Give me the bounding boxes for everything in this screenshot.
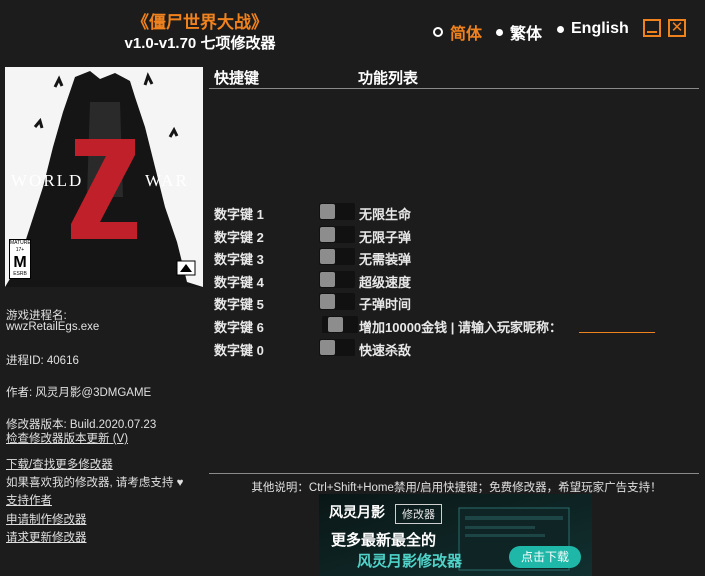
column-header-function: 功能列表 bbox=[358, 70, 419, 87]
app-title: 《僵尸世界大战》 bbox=[132, 13, 268, 32]
esrb-rating-top: MATURE 17+ bbox=[10, 240, 31, 253]
column-header-hotkey: 快捷键 bbox=[214, 70, 260, 87]
footer-divider bbox=[209, 473, 699, 474]
cheat-label: 无需装弹 bbox=[359, 252, 412, 267]
footer-note: 其他说明：Ctrl+Shift+Home禁用/启用快捷键；免费修改器，希望玩家广… bbox=[251, 482, 662, 494]
cheat-label: 无限子弹 bbox=[359, 230, 412, 245]
hotkey-6: 数字键 6 bbox=[214, 320, 264, 335]
toggle-add-money[interactable] bbox=[322, 316, 358, 333]
toggle-knob bbox=[328, 317, 343, 332]
hotkey-1: 数字键 1 bbox=[214, 207, 264, 222]
cover-title-left: WORLD bbox=[11, 171, 84, 190]
toggle-knob bbox=[320, 340, 335, 355]
banner-line1: 更多最新最全的 bbox=[331, 532, 437, 549]
support-author-link[interactable]: 支持作者 bbox=[6, 492, 52, 508]
cheat-label: 增加10000金钱 | 请输入玩家昵称： bbox=[359, 320, 563, 335]
lang-label: 简体 bbox=[450, 26, 483, 43]
banner-badge: 修改器 bbox=[395, 504, 442, 524]
author-info: 作者: 风灵月影@3DMGAME bbox=[6, 387, 152, 399]
cheat-label: 超级速度 bbox=[359, 275, 412, 290]
heart-icon: ♥ bbox=[176, 477, 184, 489]
lang-option-english[interactable]: English bbox=[557, 20, 629, 38]
banner-download-button[interactable]: 点击下载 bbox=[509, 546, 581, 568]
close-icon: ✕ bbox=[670, 19, 684, 36]
lang-option-simplified[interactable]: 简体 bbox=[433, 20, 482, 44]
cover-title-right: WAR bbox=[145, 171, 189, 190]
esrb-rating-badge: MATURE 17+ M ESRB bbox=[9, 239, 31, 279]
close-button[interactable]: ✕ bbox=[668, 19, 686, 37]
publisher-logo-icon bbox=[176, 260, 196, 276]
hotkey-5: 数字键 5 bbox=[214, 297, 264, 312]
toggle-knob bbox=[320, 272, 335, 287]
toggle-quick-kill[interactable] bbox=[319, 339, 355, 356]
hotkey-3: 数字键 3 bbox=[214, 252, 264, 267]
process-id: 进程ID: 40616 bbox=[6, 355, 79, 367]
hotkey-0: 数字键 0 bbox=[214, 343, 264, 358]
header-divider bbox=[209, 88, 699, 89]
process-value: wwzRetailEgs.exe bbox=[6, 321, 100, 333]
request-trainer-link[interactable]: 申请制作修改器 bbox=[6, 511, 87, 527]
hotkey-4: 数字键 4 bbox=[214, 275, 264, 290]
ad-banner[interactable]: 风灵月影 修改器 更多最新最全的 风灵月影修改器 点击下载 bbox=[319, 494, 592, 576]
banner-line2: 风灵月影修改器 bbox=[357, 553, 463, 570]
support-text-label: 如果喜欢我的修改器, 请考虑支持 bbox=[6, 477, 174, 489]
lang-option-traditional[interactable]: 繁体 bbox=[496, 20, 542, 44]
toggle-knob bbox=[320, 294, 335, 309]
lang-label: English bbox=[571, 20, 629, 37]
radio-icon bbox=[557, 25, 564, 33]
request-update-link[interactable]: 请求更新修改器 bbox=[6, 529, 87, 545]
player-name-input[interactable] bbox=[579, 316, 655, 333]
radio-selected-icon bbox=[433, 27, 443, 37]
radio-icon bbox=[496, 28, 503, 36]
minimize-button[interactable] bbox=[643, 19, 661, 37]
toggle-super-speed[interactable] bbox=[319, 271, 355, 288]
toggle-infinite-health[interactable] bbox=[319, 203, 355, 220]
toggle-infinite-ammo[interactable] bbox=[319, 226, 355, 243]
app-subtitle: v1.0-v1.70 七项修改器 bbox=[124, 35, 276, 52]
cheat-label: 无限生命 bbox=[359, 207, 412, 222]
toggle-no-reload[interactable] bbox=[319, 248, 355, 265]
game-cover-image: WORLD WAR MATURE 17+ M ESRB bbox=[5, 67, 203, 287]
support-text: 如果喜欢我的修改器, 请考虑支持 ♥ bbox=[6, 474, 183, 490]
toggle-bullet-time[interactable] bbox=[319, 293, 355, 310]
cheat-label: 子弹时间 bbox=[359, 297, 412, 312]
lang-label: 繁体 bbox=[510, 26, 543, 43]
toggle-knob bbox=[320, 249, 335, 264]
toggle-knob bbox=[320, 204, 335, 219]
cheat-label: 快速杀敌 bbox=[359, 343, 412, 358]
banner-logo: 风灵月影 bbox=[329, 505, 385, 521]
esrb-rating-letter: M bbox=[13, 254, 27, 271]
hotkey-2: 数字键 2 bbox=[214, 230, 264, 245]
toggle-knob bbox=[320, 227, 335, 242]
download-more-link[interactable]: 下载/查找更多修改器 bbox=[6, 456, 113, 472]
check-update-link[interactable]: 检查修改器版本更新 (V) bbox=[6, 430, 128, 446]
esrb-rating-bottom: ESRB bbox=[13, 271, 27, 277]
